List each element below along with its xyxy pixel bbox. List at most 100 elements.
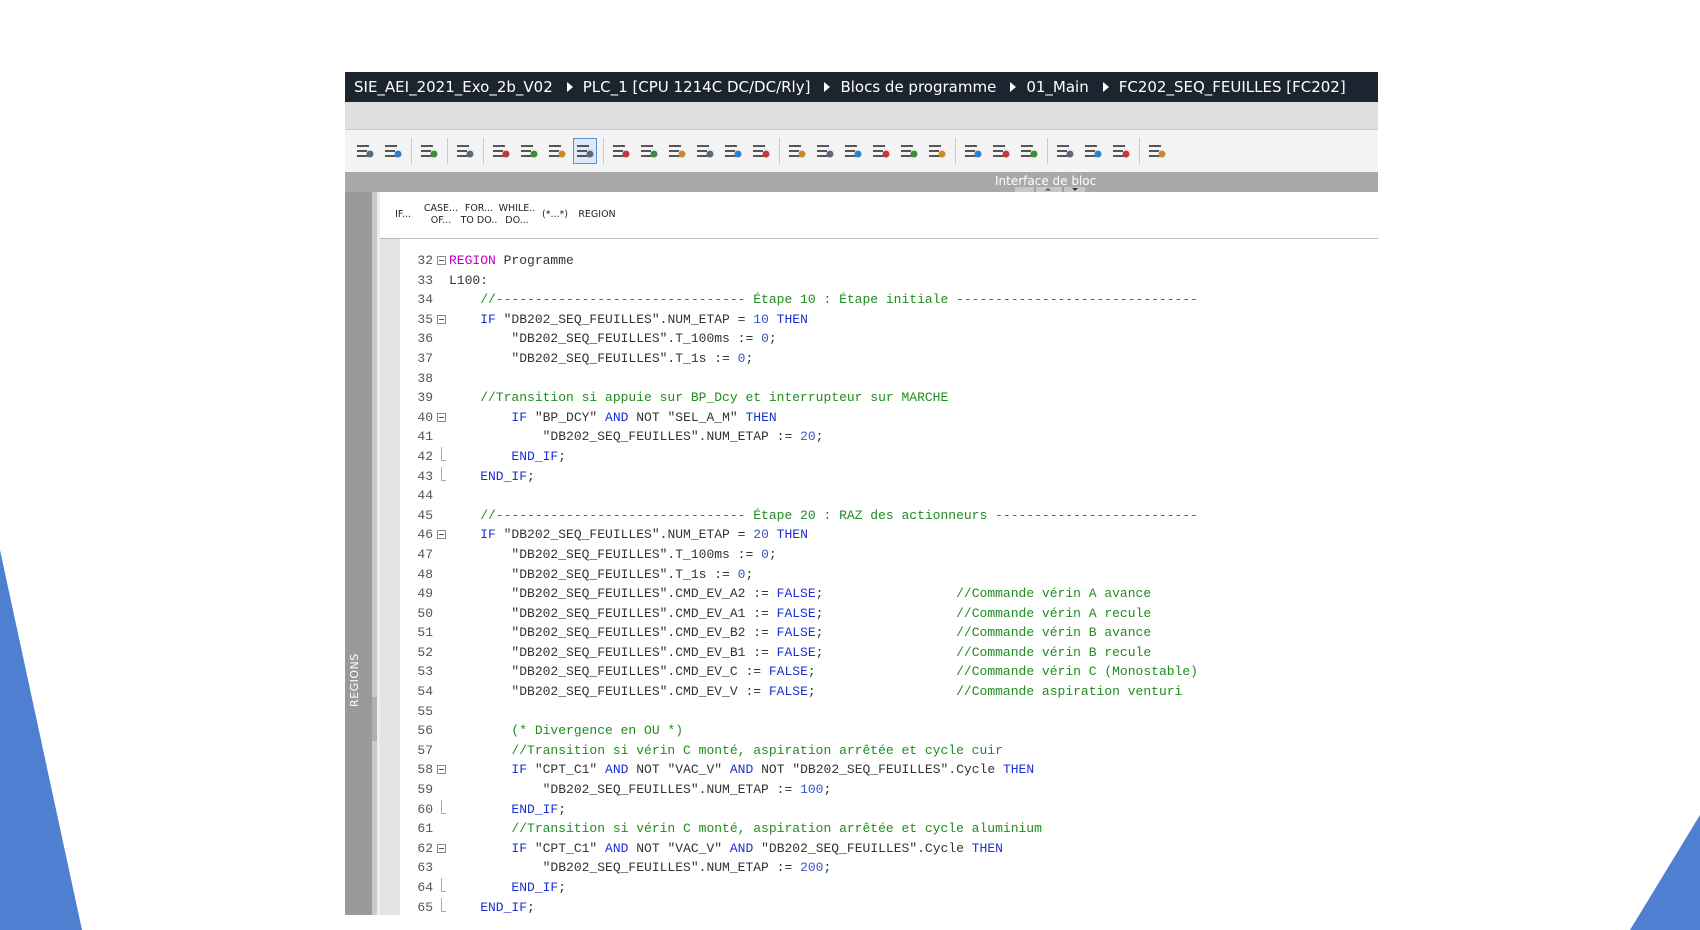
code-line[interactable]: 39 //Transition si appuie sur BP_Dcy et … [400, 388, 1378, 408]
code-line[interactable]: 46 IF "DB202_SEQ_FEUILLES".NUM_ETAP = 20… [400, 525, 1378, 545]
refresh-button[interactable] [989, 138, 1013, 164]
scl-region-button[interactable]: REGION [574, 198, 620, 232]
comment-button[interactable] [721, 138, 745, 164]
go-to-button[interactable] [417, 138, 441, 164]
code-line[interactable]: 42 END_IF; [400, 446, 1378, 467]
indent-right-button[interactable] [813, 138, 837, 164]
outdent-icon [385, 145, 402, 158]
compare-button[interactable] [1081, 138, 1105, 164]
code-line[interactable]: 59 "DB202_SEQ_FEUILLES".NUM_ETAP := 100; [400, 780, 1378, 800]
compare-offline-button[interactable] [1109, 138, 1133, 164]
code-line[interactable]: 51 "DB202_SEQ_FEUILLES".CMD_EV_B2 := FAL… [400, 623, 1378, 643]
code-token: //Transition si vérin C monté, aspiratio… [449, 821, 1042, 837]
code-line[interactable]: 41 "DB202_SEQ_FEUILLES".NUM_ETAP := 20; [400, 427, 1378, 447]
regions-sidebar[interactable]: REGIONS [345, 192, 372, 915]
code-line[interactable]: 65 END_IF; [400, 897, 1378, 915]
scl-button-label: CASE... [423, 203, 459, 214]
code-line[interactable]: 33 L100: [400, 271, 1378, 291]
code-token: AND [597, 840, 629, 856]
code-text: IF "BP_DCY" AND NOT "SEL_A_M" THEN [449, 408, 776, 428]
remove-breakpoint-button[interactable] [609, 138, 633, 164]
code-line[interactable]: 44 [400, 486, 1378, 506]
code-line[interactable]: 64 END_IF; [400, 878, 1378, 898]
code-line[interactable]: 34 //-------------------------------- Ét… [400, 290, 1378, 310]
reload-button[interactable] [1017, 138, 1041, 164]
scl-if-button[interactable]: IF... [384, 198, 422, 232]
scl-for-to-do-button[interactable]: FOR... TO DO.. [460, 198, 498, 232]
code-line[interactable]: 63 "DB202_SEQ_FEUILLES".NUM_ETAP := 200; [400, 858, 1378, 878]
collapse-icon[interactable] [437, 412, 446, 422]
delete-breakpoint-button[interactable] [637, 138, 661, 164]
scl-comment-button[interactable]: (*...*) [536, 198, 574, 232]
code-line[interactable]: 37 "DB202_SEQ_FEUILLES".T_1s := 0; [400, 349, 1378, 369]
code-token: "DB202_SEQ_FEUILLES".Cycle [753, 840, 964, 856]
breadcrumb-item-main-folder[interactable]: 01_Main [1026, 78, 1088, 96]
collapse-icon[interactable] [437, 314, 446, 324]
code-line[interactable]: 54 "DB202_SEQ_FEUILLES".CMD_EV_V := FALS… [400, 682, 1378, 702]
breadcrumb-item-block[interactable]: FC202_SEQ_FEUILLES [FC202] [1119, 78, 1346, 96]
code-line[interactable]: 43 END_IF; [400, 466, 1378, 487]
code-line[interactable]: 48 "DB202_SEQ_FEUILLES".T_1s := 0; [400, 565, 1378, 585]
code-token: ; [807, 664, 957, 680]
code-line[interactable]: 47 "DB202_SEQ_FEUILLES".T_100ms := 0; [400, 545, 1378, 565]
code-line[interactable]: 53 "DB202_SEQ_FEUILLES".CMD_EV_C := FALS… [400, 662, 1378, 682]
code-line[interactable]: 61 //Transition si vérin C monté, aspira… [400, 819, 1378, 839]
monitor-button[interactable] [961, 138, 985, 164]
download-button[interactable] [545, 138, 569, 164]
bookmark-remove-button[interactable] [925, 138, 949, 164]
code-line[interactable]: 60 END_IF; [400, 799, 1378, 820]
code-line[interactable]: 56 (* Divergence en OU *) [400, 721, 1378, 741]
decorative-triangle-right [1630, 815, 1700, 930]
watch-button[interactable] [693, 138, 717, 164]
connection-button[interactable] [1053, 138, 1077, 164]
code-line[interactable]: 50 "DB202_SEQ_FEUILLES".CMD_EV_A1 := FAL… [400, 604, 1378, 624]
code-line[interactable]: 40 IF "BP_DCY" AND NOT "SEL_A_M" THEN [400, 408, 1378, 428]
code-text: "DB202_SEQ_FEUILLES".CMD_EV_C := FALSE; … [449, 662, 1198, 682]
code-line[interactable]: 55 [400, 702, 1378, 722]
code-text: END_IF; [449, 878, 566, 898]
collapse-icon[interactable] [437, 256, 446, 265]
toolbar-separator [603, 138, 604, 164]
bookmark-icon [901, 145, 918, 158]
breadcrumb-item-project[interactable]: SIE_AEI_2021_Exo_2b_V02 [354, 78, 553, 96]
code-line[interactable]: 62 IF "CPT_C1" AND NOT "VAC_V" AND "DB20… [400, 839, 1378, 859]
code-line[interactable]: 57 //Transition si vérin C monté, aspira… [400, 741, 1378, 761]
code-token: //Commande vérin B recule [956, 644, 1152, 660]
line-number: 40 [417, 409, 433, 425]
database-button[interactable] [1145, 138, 1169, 164]
indent-block-button[interactable] [841, 138, 865, 164]
toolbar-separator [483, 138, 484, 164]
scl-case-of-button[interactable]: CASE... OF... [422, 198, 460, 232]
network-button[interactable] [869, 138, 893, 164]
code-token: IF [449, 311, 496, 327]
collapse-icon[interactable] [437, 765, 446, 775]
code-line[interactable]: 52 "DB202_SEQ_FEUILLES".CMD_EV_B1 := FAL… [400, 643, 1378, 663]
insert-button[interactable] [665, 138, 689, 164]
code-line[interactable]: 36 "DB202_SEQ_FEUILLES".T_100ms := 0; [400, 329, 1378, 349]
highlight-button[interactable] [573, 138, 597, 164]
scl-while-do-button[interactable]: WHILE.. DO... [498, 198, 536, 232]
indent-left-button[interactable] [785, 138, 809, 164]
check-button[interactable] [749, 138, 773, 164]
code-line[interactable]: 38 [400, 369, 1378, 389]
code-line[interactable]: 45 //-------------------------------- Ét… [400, 506, 1378, 526]
code-token: //Transition si vérin C monté, aspiratio… [449, 742, 1003, 758]
code-line[interactable]: 49 "DB202_SEQ_FEUILLES".CMD_EV_A2 := FAL… [400, 584, 1378, 604]
code-line[interactable]: 32 REGION Programme [400, 251, 1378, 271]
breadcrumb-item-program-blocks[interactable]: Blocs de programme [840, 78, 996, 96]
list-button[interactable] [489, 138, 513, 164]
collapse-icon[interactable] [437, 843, 446, 853]
bookmark-button[interactable] [897, 138, 921, 164]
clear-button[interactable] [453, 138, 477, 164]
code-line[interactable]: 58 IF "CPT_C1" AND NOT "VAC_V" AND NOT "… [400, 760, 1378, 780]
compile-button[interactable] [517, 138, 541, 164]
code-line[interactable]: 35 IF "DB202_SEQ_FEUILLES".NUM_ETAP = 10… [400, 310, 1378, 330]
scl-code-editor[interactable]: 32 REGION Programme 33 L100: 34 //----------… [400, 239, 1378, 915]
block-interface-bar[interactable]: Interface de bloc [345, 172, 1378, 192]
connection-icon [1057, 145, 1074, 158]
collapse-icon[interactable] [437, 530, 446, 540]
outdent-button[interactable] [381, 138, 405, 164]
indent-button[interactable] [353, 138, 377, 164]
breadcrumb-item-plc[interactable]: PLC_1 [CPU 1214C DC/DC/Rly] [583, 78, 811, 96]
indent-right-icon [817, 145, 834, 158]
